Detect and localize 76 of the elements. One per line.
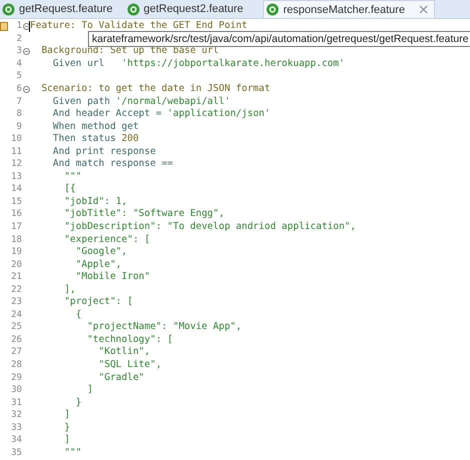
- line-number: 13: [10, 172, 22, 182]
- code-line: Scenario: to get the date in JSON format: [40, 83, 270, 95]
- line-number: 23: [10, 297, 22, 308]
- cucumber-icon: [126, 2, 140, 16]
- line-number: 32: [10, 410, 22, 420]
- line-number: 33: [10, 422, 22, 433]
- cucumber-icon: [2, 2, 15, 16]
- line-number: 16: [10, 209, 22, 220]
- code-line: "project": [: [63, 296, 133, 308]
- line-number: 9: [16, 122, 22, 132]
- line-number: 35: [10, 448, 22, 458]
- line-number: 1: [16, 21, 22, 32]
- line-number: 18: [10, 234, 22, 245]
- line-number: 19: [10, 247, 22, 258]
- line-number: 34: [10, 435, 22, 446]
- code-line: And match response ==: [52, 158, 173, 170]
- line-number: 26: [10, 334, 22, 345]
- code-line: }: [74, 396, 82, 409]
- line-number: 29: [10, 372, 22, 383]
- code-line: "projectName": "Movie App",: [86, 321, 242, 334]
- fold-icon[interactable]: [23, 22, 30, 30]
- code-line: """: [63, 446, 82, 459]
- line-number: 17: [10, 222, 22, 232]
- line-number: 27: [10, 347, 22, 358]
- code-line: Given path '/normal/webapi/all': [52, 96, 230, 108]
- code-line: "SQL Lite",: [98, 359, 162, 372]
- line-number: 14: [10, 184, 22, 194]
- line-number: 8: [16, 109, 22, 120]
- line-number: 7: [16, 96, 22, 107]
- line-number: 6: [16, 84, 22, 94]
- close-icon[interactable]: [418, 5, 428, 14]
- code-line: "experience": [: [63, 234, 150, 246]
- line-number: 31: [10, 398, 22, 408]
- code-line: }: [63, 422, 70, 434]
- code-line: "jobDescription": "To develop andriod application",: [63, 221, 356, 234]
- code-line: """: [63, 170, 82, 183]
- line-number: 20: [10, 260, 22, 270]
- code-line: ]: [63, 409, 70, 422]
- code-line: "Kotlin",: [98, 346, 150, 358]
- code-line: "Gradle": [98, 372, 144, 384]
- line-number: 25: [10, 322, 22, 332]
- code-line: Given url 'https://jobportalkarate.herokuapp.com': [52, 58, 345, 70]
- line-number: 28: [10, 360, 22, 370]
- line-number: 24: [10, 310, 22, 320]
- code-line: When method get: [52, 120, 139, 133]
- code-line: "technology": [: [86, 334, 173, 346]
- code-line: {: [74, 308, 82, 321]
- code-line: ]: [63, 434, 70, 446]
- code-line: And header Accept = 'application/json': [52, 108, 270, 120]
- code-line: ]: [86, 384, 93, 396]
- code-line: "jobId": 1,: [63, 196, 128, 208]
- line-number: 5: [16, 71, 22, 82]
- code-line: "Apple",: [74, 258, 122, 271]
- line-number: 10: [10, 134, 22, 144]
- line-number: 3: [16, 46, 22, 56]
- code-line: "Mobile Iron": [74, 271, 150, 284]
- code-line: ],: [63, 284, 76, 296]
- path-tooltip: karateframework/src/test/java/com/api/automation/getrequest/getRequest.feature: [88, 31, 470, 47]
- line-number: 22: [10, 284, 22, 295]
- line-number: 15: [10, 196, 22, 207]
- code-line: [{: [63, 183, 76, 196]
- code-line: And print response: [52, 146, 156, 158]
- code-line: "jobTitle": "Software Engg",: [63, 208, 224, 220]
- line-number: 11: [10, 146, 22, 157]
- editor-tab[interactable]: getRequest.feature: [0, 0, 121, 18]
- code-line: Feature: To Validate the GET End Point: [30, 20, 248, 32]
- cucumber-icon: [266, 3, 280, 16]
- code-line: "Google",: [74, 246, 128, 258]
- code-line: Then status 200: [52, 133, 139, 146]
- editor-tab[interactable]: responseMatcher.feature: [263, 0, 435, 18]
- line-number: 30: [10, 385, 22, 396]
- line-number: 2: [16, 34, 22, 44]
- editor-tab[interactable]: getRequest2.feature: [124, 0, 252, 18]
- line-number: 12: [10, 159, 22, 170]
- line-number: 21: [10, 272, 22, 282]
- line-number: 4: [16, 58, 22, 69]
